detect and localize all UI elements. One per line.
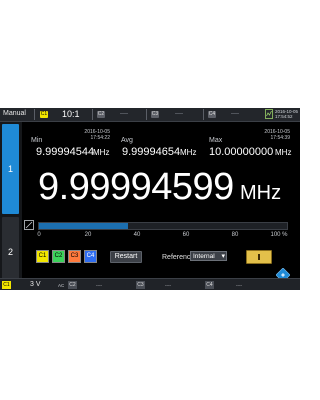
channel-3-tag[interactable]: C3 bbox=[136, 281, 145, 289]
divider bbox=[146, 109, 147, 120]
channel-bar: C1 3 V AC C2 ---- C3 ---- C4 ---- bbox=[0, 278, 300, 290]
channel-select-c1[interactable]: C1 bbox=[36, 250, 49, 263]
max-time: 17:54:39 bbox=[270, 135, 290, 141]
instrument-screen: Manual C1 10:1 C2 ---- C3 ---- C4 ---- 2… bbox=[0, 108, 300, 290]
channel-3-scale: ---- bbox=[165, 283, 171, 288]
signal-icon[interactable] bbox=[265, 109, 273, 119]
min-value: 9.99994544 bbox=[36, 146, 95, 158]
gate-progress-fill bbox=[39, 223, 129, 229]
divider bbox=[92, 109, 93, 120]
divider bbox=[34, 109, 35, 120]
min-unit: MHz bbox=[93, 148, 110, 157]
frequency-readout: 9.99994599 bbox=[38, 166, 234, 208]
avg-label: Avg bbox=[121, 137, 133, 144]
tab-1-label: 1 bbox=[7, 164, 13, 174]
channel-3-chip[interactable]: C3 bbox=[151, 111, 159, 118]
divider bbox=[203, 109, 204, 120]
progress-tick: 60 bbox=[182, 232, 190, 238]
max-unit: MHz bbox=[275, 148, 292, 157]
max-timestamp: 2016-10-05 17:54:39 bbox=[258, 129, 290, 141]
min-time: 17:54:22 bbox=[90, 135, 110, 141]
channel-1-coupling: AC bbox=[58, 283, 65, 288]
gate-progress-bar bbox=[38, 222, 288, 230]
progress-tick: 100 % bbox=[270, 232, 288, 238]
tab-2[interactable]: 2 bbox=[2, 217, 19, 287]
channel-1-scale[interactable]: 3 V bbox=[30, 281, 41, 288]
pause-icon bbox=[258, 254, 260, 260]
channel-select-c3[interactable]: C3 bbox=[68, 250, 81, 263]
channel-4-tag[interactable]: C4 bbox=[205, 281, 214, 289]
hold-icon[interactable] bbox=[24, 220, 34, 230]
progress-tick: 40 bbox=[133, 232, 141, 238]
channel-2-tag[interactable]: C2 bbox=[68, 281, 77, 289]
top-bar: Manual C1 10:1 C2 ---- C3 ---- C4 ---- 2… bbox=[0, 108, 300, 122]
tab-2-label: 2 bbox=[7, 247, 13, 257]
reference-select[interactable]: Internal ▾ bbox=[190, 251, 227, 261]
min-timestamp: 2016-10-05 17:54:22 bbox=[78, 129, 110, 141]
channel-select-c2[interactable]: C2 bbox=[52, 250, 65, 263]
channel-3-value: ---- bbox=[175, 111, 183, 117]
frequency-unit: MHz bbox=[240, 182, 282, 204]
channel-4-scale: ---- bbox=[236, 283, 242, 288]
channel-2-scale: ---- bbox=[96, 283, 102, 288]
channel-4-value: ---- bbox=[231, 111, 239, 117]
reference-value: Internal bbox=[193, 253, 215, 260]
progress-tick: 20 bbox=[84, 232, 92, 238]
side-panel: 1 2 bbox=[0, 122, 22, 290]
channel-2-chip[interactable]: C2 bbox=[97, 111, 105, 118]
probe-ratio[interactable]: 10:1 bbox=[62, 109, 80, 119]
progress-tick: 80 bbox=[231, 232, 239, 238]
channel-4-chip[interactable]: C4 bbox=[208, 111, 216, 118]
channel-1-chip[interactable]: C1 bbox=[40, 111, 48, 118]
chevron-down-icon: ▾ bbox=[221, 253, 225, 260]
datetime-display: 2016-10-05 17:54:52 bbox=[275, 109, 298, 119]
channel-1-tag[interactable]: C1 bbox=[2, 281, 11, 289]
restart-button[interactable]: Restart bbox=[110, 251, 142, 263]
min-label: Min bbox=[31, 137, 43, 144]
run-stop-button[interactable] bbox=[246, 250, 272, 264]
tab-1[interactable]: 1 bbox=[2, 124, 19, 214]
channel-2-value: ---- bbox=[120, 111, 128, 117]
channel-select-c4[interactable]: C4 bbox=[84, 250, 97, 263]
max-value: 10.00000000 bbox=[209, 146, 274, 158]
mode-label[interactable]: Manual bbox=[3, 110, 26, 117]
avg-value: 9.99994654 bbox=[122, 146, 181, 158]
datetime-time: 17:54:52 bbox=[275, 114, 293, 119]
max-label: Max bbox=[209, 137, 223, 144]
progress-tick: 0 bbox=[37, 232, 41, 238]
avg-unit: MHz bbox=[180, 148, 197, 157]
